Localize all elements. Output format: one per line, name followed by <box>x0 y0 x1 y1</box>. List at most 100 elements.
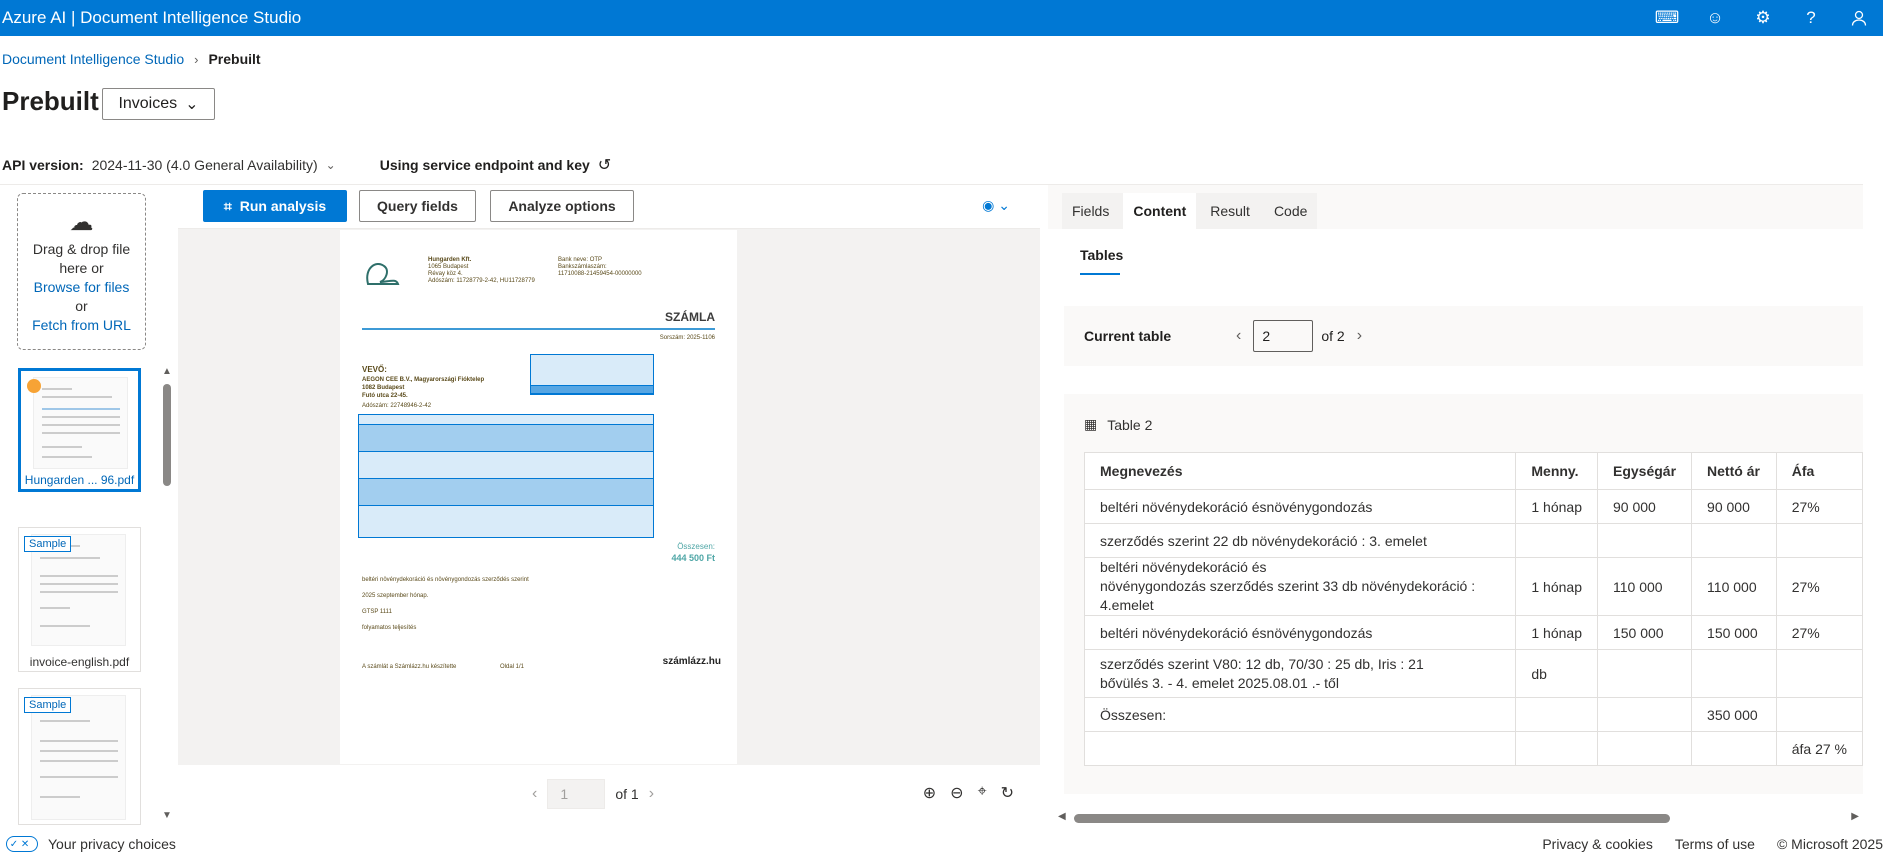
drop-text-2: here or <box>59 260 104 276</box>
doc-note-3: GTSP 1111 <box>362 609 392 615</box>
tab-fields[interactable]: Fields <box>1062 193 1119 229</box>
fetch-url-link[interactable]: Fetch from URL <box>18 316 145 335</box>
next-page-icon[interactable]: › <box>649 785 654 803</box>
tab-code[interactable]: Code <box>1264 193 1317 229</box>
column-header: Megnevezés <box>1083 452 1517 490</box>
api-version-row: API version: 2024-11-30 (4.0 General Ava… <box>2 155 611 175</box>
column-header: Nettó ár <box>1691 452 1777 490</box>
doc-buyer-tax: Adószám: 22748946-2-42 <box>362 403 432 409</box>
table-cell: 90 000 <box>1596 489 1693 524</box>
prev-table-icon[interactable]: ‹ <box>1236 327 1241 345</box>
rotate-icon[interactable]: ↻ <box>1001 783 1014 803</box>
thumbnail-preview <box>33 377 128 469</box>
page-input[interactable]: 1 <box>547 779 606 809</box>
highlight-due-date[interactable] <box>530 385 654 395</box>
doc-buyer-name: AEGON CEE B.V., Magyarországi Fióktelep <box>362 377 485 383</box>
drop-zone[interactable]: ☁ Drag & drop file here or Browse for fi… <box>17 193 146 350</box>
scroll-right-icon[interactable]: ▶ <box>1851 811 1859 822</box>
table-cell: 350 000 <box>1691 697 1777 732</box>
horizontal-scrollbar[interactable]: ◀ ▶ <box>1052 811 1863 825</box>
settings-icon[interactable]: ⚙ <box>1739 0 1787 36</box>
file-thumbnail[interactable]: Sample <box>18 688 141 825</box>
api-version-dropdown[interactable]: 2024-11-30 (4.0 General Availability) <box>92 157 318 173</box>
table-icon: ▦ <box>1084 416 1098 432</box>
doc-serial: Sorszám: 2025-1106 <box>659 335 715 341</box>
page-of: of 1 <box>615 786 639 802</box>
table-cell <box>1515 731 1598 766</box>
tab-content[interactable]: Content <box>1123 193 1197 229</box>
file-name: invoice-english.pdf <box>29 655 130 669</box>
doc-brand: számlázz.hu <box>662 656 721 667</box>
highlight-row[interactable] <box>358 424 654 452</box>
cloud-upload-icon: ☁ <box>69 209 94 236</box>
table-row: beltéri növénydekoráció ésnövénygondozás… <box>1083 615 1863 650</box>
prev-page-icon[interactable]: ‹ <box>532 785 537 803</box>
doc-buyer-label: VEVŐ: <box>362 365 387 374</box>
sample-badge: Sample <box>24 536 72 552</box>
tab-tables[interactable]: Tables <box>1080 247 1123 275</box>
account-icon[interactable] <box>1835 0 1883 36</box>
next-table-icon[interactable]: › <box>1357 327 1362 345</box>
page-footer: ✓ ✕ Your privacy choices Privacy & cooki… <box>0 834 1883 858</box>
drop-or: or <box>75 298 88 314</box>
table-cell: 27% <box>1775 615 1863 650</box>
breadcrumb-current: Prebuilt <box>208 51 261 67</box>
chevron-down-icon[interactable]: ⌄ <box>326 158 336 172</box>
table-cell: beltéri növénydekoráció ésnövénygondozás <box>1083 489 1517 524</box>
privacy-toggle-icon: ✓ ✕ <box>6 836 38 852</box>
tab-result[interactable]: Result <box>1200 193 1260 229</box>
privacy-cookies-link[interactable]: Privacy & cookies <box>1542 836 1652 852</box>
current-table-label: Current table <box>1084 328 1172 344</box>
fit-page-icon[interactable]: ⌖ <box>978 783 987 803</box>
chevron-right-icon: › <box>194 51 199 67</box>
file-thumbnail[interactable]: Hungarden ... 96.pdf <box>18 368 141 492</box>
visibility-toggle[interactable]: ◉ ⌄ <box>982 197 1010 214</box>
query-fields-button[interactable]: Query fields <box>359 190 476 222</box>
breadcrumb: Document Intelligence Studio › Prebuilt <box>2 51 261 67</box>
current-table-input[interactable]: 2 <box>1253 320 1314 352</box>
refresh-icon[interactable]: ↺ <box>598 155 611 175</box>
top-bar: Azure AI | Document Intelligence Studio … <box>0 0 1883 36</box>
help-icon[interactable]: ? <box>1787 0 1835 36</box>
doc-title: SZÁMLA <box>665 310 715 324</box>
zoom-in-icon[interactable]: ⊕ <box>923 783 936 803</box>
table-row: Összesen: 350 000 <box>1083 697 1863 732</box>
chevron-down-icon: ⌄ <box>185 96 199 113</box>
table-cell <box>1691 731 1777 766</box>
doc-note-1: beltéri növénydekoráció és növénygondozá… <box>362 577 529 583</box>
breadcrumb-root-link[interactable]: Document Intelligence Studio <box>2 51 184 67</box>
content-pane: Tables Current table ‹ 2 of 2 › ▦ Table … <box>1048 229 1863 825</box>
scroll-left-icon[interactable]: ◀ <box>1058 811 1066 822</box>
app-title: Azure AI | Document Intelligence Studio <box>2 8 302 27</box>
document-viewer: ⌗ Run analysis Query fields Analyze opti… <box>178 185 1040 825</box>
table-cell: szerződés szerint 22 db növénydekoráció … <box>1083 523 1517 558</box>
scroll-up-icon[interactable]: ▲ <box>162 366 172 377</box>
doc-bank-acc: 11710088-21459454-00000000 <box>558 271 642 277</box>
keyboard-icon[interactable]: ⌨ <box>1643 0 1691 36</box>
terms-link[interactable]: Terms of use <box>1675 836 1755 852</box>
file-thumbnail[interactable]: Sample invoice-english.pdf <box>18 527 141 672</box>
scrollbar-thumb[interactable] <box>1074 814 1670 823</box>
scrollbar-thumb[interactable] <box>163 384 171 486</box>
browse-files-link[interactable]: Browse for files <box>18 278 145 297</box>
viewer-footer: ‹ 1 of 1 › ⊕ ⊖ ⌖ ↻ <box>178 765 1040 825</box>
model-dropdown[interactable]: Invoices ⌄ <box>102 88 215 120</box>
file-list-scrollbar[interactable]: ▲ ▼ <box>161 366 173 821</box>
privacy-choices[interactable]: ✓ ✕ Your privacy choices <box>6 836 176 852</box>
analyze-options-button[interactable]: Analyze options <box>490 190 634 222</box>
run-analysis-label: Run analysis <box>239 198 327 214</box>
scroll-down-icon[interactable]: ▼ <box>162 810 172 821</box>
table-cell <box>1596 523 1693 558</box>
table-cell: 1 hónap <box>1515 615 1598 650</box>
table-cell: beltéri növénydekoráció és növénygondozá… <box>1083 557 1517 616</box>
zoom-out-icon[interactable]: ⊖ <box>950 783 963 803</box>
doc-tax: Adószám: 11728779-2-42, HU11728779 <box>428 278 535 284</box>
highlight-row[interactable] <box>358 478 654 506</box>
feedback-icon[interactable]: ☺ <box>1691 0 1739 36</box>
run-analysis-button[interactable]: ⌗ Run analysis <box>203 190 347 222</box>
table-cell: szerződés szerint V80: 12 db, 70/30 : 25… <box>1083 649 1517 698</box>
table-cell: beltéri növénydekoráció ésnövénygondozás <box>1083 615 1517 650</box>
current-table-bar: Current table ‹ 2 of 2 › <box>1064 306 1863 366</box>
page-navigator: ‹ 1 of 1 › <box>532 779 654 809</box>
copyright: © Microsoft 2025 <box>1776 836 1883 852</box>
